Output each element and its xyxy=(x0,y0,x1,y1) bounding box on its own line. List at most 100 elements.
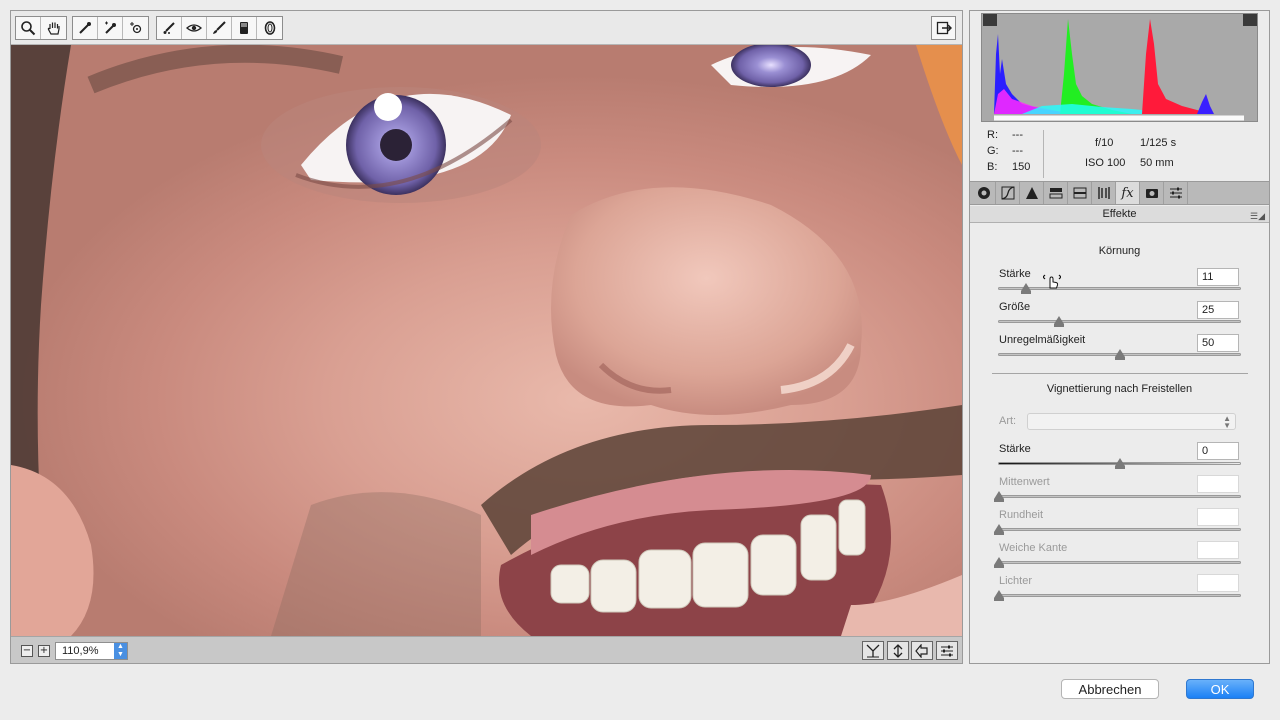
g-value: --- xyxy=(1012,145,1023,157)
vignette-roundness-thumb[interactable] xyxy=(994,524,1004,535)
cancel-button[interactable]: Abbrechen xyxy=(1061,679,1159,699)
hand-icon xyxy=(47,22,60,35)
panel-menu-icon[interactable]: ☰◢ xyxy=(1250,208,1265,224)
vignette-highlights-slider[interactable] xyxy=(994,590,1241,601)
grain-size-thumb[interactable] xyxy=(1054,316,1065,327)
vignette-roundness-slider[interactable] xyxy=(994,524,1241,535)
grain-amount-value[interactable]: 11 xyxy=(1197,268,1239,286)
r-label: R: xyxy=(987,129,998,141)
vignette-feather-value[interactable] xyxy=(1197,541,1239,559)
graduated-filter-tool[interactable] xyxy=(232,17,257,39)
ok-button[interactable]: OK xyxy=(1186,679,1254,699)
adjustment-brush-tool[interactable] xyxy=(207,17,232,39)
vignette-style-select[interactable]: ▲ ▼ xyxy=(1027,413,1236,430)
vignette-highlights-value[interactable] xyxy=(1197,574,1239,592)
zoom-level-value: 110,9% xyxy=(62,645,99,657)
histogram-graph xyxy=(994,19,1244,121)
vignette-midpoint-thumb[interactable] xyxy=(994,491,1004,502)
grain-size-value[interactable]: 25 xyxy=(1197,301,1239,319)
aperture-icon xyxy=(977,187,990,199)
target-adjust-icon xyxy=(129,22,141,34)
red-eye-tool[interactable] xyxy=(182,17,207,39)
fullscreen-icon xyxy=(936,21,952,35)
radial-filter-tool[interactable] xyxy=(257,17,282,39)
resize-cursor-icon xyxy=(1043,274,1061,289)
vignette-roundness-label: Rundheit xyxy=(999,509,1044,521)
hsl-icon xyxy=(1049,188,1062,199)
vignette-feather-label: Weiche Kante xyxy=(999,542,1068,554)
curve-icon xyxy=(1001,186,1014,200)
section-divider xyxy=(992,373,1248,374)
grain-roughness-slider[interactable] xyxy=(998,349,1241,360)
tab-detail[interactable] xyxy=(1020,182,1044,204)
vignette-midpoint-slider[interactable] xyxy=(994,491,1241,502)
tab-camera-calibration[interactable] xyxy=(1140,182,1164,204)
zoom-level-field[interactable]: 110,9% ▲ ▼ xyxy=(55,642,128,660)
histogram-area xyxy=(970,11,1269,126)
vignette-highlights-thumb[interactable] xyxy=(994,590,1004,601)
lens-icon xyxy=(1097,187,1110,199)
grain-section-title: Körnung xyxy=(1098,245,1141,257)
vignette-feather-thumb[interactable] xyxy=(994,557,1004,568)
vignette-amount-slider[interactable] xyxy=(998,458,1241,469)
color-sampler-icon xyxy=(105,21,116,34)
vignette-amount-thumb[interactable] xyxy=(1114,458,1125,469)
split-toning-icon xyxy=(1073,187,1086,199)
vignette-section-title: Vignettierung nach Freistellen xyxy=(1046,383,1193,395)
vignette-amount-value[interactable]: 0 xyxy=(1197,442,1239,460)
grain-size-label: Größe xyxy=(999,301,1031,313)
b-label: B: xyxy=(987,161,998,173)
zoom-in-button[interactable]: + xyxy=(38,645,50,657)
detail-icon xyxy=(1025,187,1038,199)
grain-roughness-thumb[interactable] xyxy=(1114,349,1125,360)
white-balance-tool[interactable] xyxy=(73,17,98,39)
vignette-midpoint-value[interactable] xyxy=(1197,475,1239,493)
preview-settings-button[interactable] xyxy=(936,641,958,660)
hand-tool[interactable] xyxy=(41,17,66,39)
vignette-feather-slider[interactable] xyxy=(994,557,1241,568)
grain-size-slider[interactable] xyxy=(998,316,1241,327)
tab-hsl[interactable] xyxy=(1044,182,1068,204)
before-after-icon xyxy=(866,644,880,657)
tab-lens-corrections[interactable] xyxy=(1092,182,1116,204)
grain-roughness-value[interactable]: 50 xyxy=(1197,334,1239,352)
b-value: 150 xyxy=(1012,161,1031,173)
swap-settings-button[interactable] xyxy=(887,641,909,660)
color-sampler-tool[interactable] xyxy=(98,17,123,39)
fullscreen-button[interactable] xyxy=(931,16,956,40)
zoom-out-button[interactable]: − xyxy=(21,645,33,657)
tab-presets[interactable] xyxy=(1164,182,1188,204)
view-mode-button[interactable] xyxy=(862,641,884,660)
camera-icon xyxy=(1145,189,1158,198)
retouch-tools xyxy=(156,16,283,40)
aperture: f/10 xyxy=(1095,137,1114,149)
grain-amount-thumb[interactable] xyxy=(1020,283,1031,294)
presets-icon xyxy=(1169,187,1182,199)
white-balance-icon xyxy=(79,22,91,34)
tab-effects[interactable]: fx xyxy=(1116,182,1140,204)
highlight-clipping-toggle[interactable] xyxy=(1243,14,1257,26)
vignette-midpoint-label: Mittenwert xyxy=(999,476,1050,488)
toolbar xyxy=(11,11,962,45)
image-canvas[interactable] xyxy=(11,45,962,636)
grain-roughness-label: Unregelmäßigkeit xyxy=(999,334,1086,346)
red-eye-icon xyxy=(186,24,202,32)
vignette-highlights-label: Lichter xyxy=(999,575,1033,587)
focal-length: 50 mm xyxy=(1140,157,1174,169)
shadow-clipping-toggle[interactable] xyxy=(983,14,997,26)
spot-removal-tool[interactable] xyxy=(157,17,182,39)
tab-split-toning[interactable] xyxy=(1068,182,1092,204)
tab-tone-curve[interactable] xyxy=(996,182,1020,204)
copy-settings-button[interactable] xyxy=(911,641,933,660)
vignette-amount-label: Stärke xyxy=(999,443,1031,455)
vignette-roundness-value[interactable] xyxy=(1197,508,1239,526)
sampling-tools xyxy=(72,16,149,40)
target-adjust-tool[interactable] xyxy=(123,17,148,39)
grain-amount-slider[interactable] xyxy=(998,283,1241,294)
swap-icon xyxy=(893,643,903,658)
zoom-stepper[interactable]: ▲ ▼ xyxy=(114,643,127,659)
zoom-tool[interactable] xyxy=(16,17,41,39)
r-value: --- xyxy=(1012,129,1023,141)
tab-basic[interactable] xyxy=(972,182,996,204)
fx-icon: fx xyxy=(1121,185,1134,201)
